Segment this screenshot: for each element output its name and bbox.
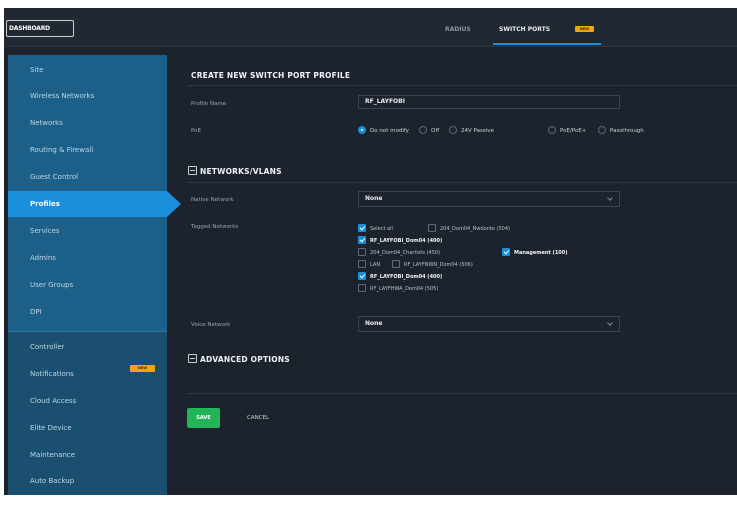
sidebar-item-user-groups[interactable]: User Groups xyxy=(8,272,167,298)
checkbox-network[interactable] xyxy=(358,248,366,256)
collapse-icon[interactable] xyxy=(188,166,197,175)
sidebar-item-wireless-networks[interactable]: Wireless Networks xyxy=(8,83,167,109)
checkbox-network[interactable] xyxy=(392,260,400,268)
profile-name-input[interactable]: RF_LAYFOBI xyxy=(358,95,620,109)
poe-radio-passthrough[interactable] xyxy=(598,126,606,134)
sidebar-item-admins[interactable]: Admins xyxy=(8,245,167,271)
sidebar-item-dpi[interactable]: DPI xyxy=(8,299,167,325)
checkbox-network[interactable] xyxy=(358,272,366,280)
sidebar: Site Wireless Networks Networks Routing … xyxy=(8,55,167,495)
tab-switch-ports[interactable]: SWITCH PORTS xyxy=(499,26,550,33)
checkbox-label: LAN xyxy=(370,262,381,268)
sidebar-item-auto-backup[interactable]: Auto Backup xyxy=(8,468,167,494)
top-bar: DASHBOARD RADIUS SWITCH PORTS NEW xyxy=(4,8,737,47)
active-item-arrow xyxy=(167,191,181,217)
poe-option-label: Passthrough xyxy=(610,128,644,134)
sidebar-item-profiles[interactable]: Profiles xyxy=(8,191,167,217)
checkbox-network[interactable] xyxy=(502,248,510,256)
save-button[interactable]: SAVE xyxy=(187,408,220,428)
checkbox-label: 204_Dom04_Chartists (450) xyxy=(370,250,441,256)
poe-option-label: PoE/PoE+ xyxy=(560,128,587,134)
chevron-down-icon xyxy=(607,320,613,326)
voice-network-select[interactable]: None xyxy=(358,316,620,332)
sidebar-item-site[interactable]: Site xyxy=(8,57,167,83)
app-window: DASHBOARD RADIUS SWITCH PORTS NEW Site W… xyxy=(4,8,737,495)
divider xyxy=(187,85,737,86)
poe-label: PoE xyxy=(191,128,201,134)
new-badge: NEW xyxy=(575,26,594,32)
checkbox-network[interactable] xyxy=(358,236,366,244)
profile-name-label: Profile Name xyxy=(191,101,227,107)
dashboard-button[interactable]: DASHBOARD xyxy=(6,20,74,37)
sidebar-item-services[interactable]: Services xyxy=(8,218,167,244)
checkbox-network[interactable] xyxy=(358,284,366,292)
sidebar-item-controller[interactable]: Controller xyxy=(8,334,167,360)
native-network-select[interactable]: None xyxy=(358,191,620,207)
cancel-button[interactable]: CANCEL xyxy=(247,415,269,421)
poe-radio-off[interactable] xyxy=(419,126,427,134)
checkbox-network[interactable] xyxy=(358,260,366,268)
voice-network-value: None xyxy=(365,320,383,327)
checkbox-label: RF_LAYFNWN_Dom04 (506) xyxy=(404,262,473,268)
divider xyxy=(187,393,737,394)
sidebar-item-cloud-access[interactable]: Cloud Access xyxy=(8,388,167,414)
sidebar-item-elite-device[interactable]: Elite Device xyxy=(8,415,167,441)
voice-network-label: Voice Network xyxy=(191,322,231,328)
checkbox-label: Management (100) xyxy=(514,250,568,256)
poe-option-label: 24V Passive xyxy=(461,128,494,134)
divider xyxy=(187,182,737,183)
active-tab-indicator xyxy=(493,43,601,45)
chevron-down-icon xyxy=(607,195,613,201)
poe-radio-do-not-modify[interactable] xyxy=(358,126,366,134)
checkbox-label: Select all xyxy=(370,226,393,232)
checkbox-label: 204_Dom04_Nwdonte (504) xyxy=(440,226,510,232)
notifications-new-badge: NEW xyxy=(130,365,155,372)
tab-radius[interactable]: RADIUS xyxy=(445,26,471,33)
advanced-section-title[interactable]: ADVANCED OPTIONS xyxy=(200,355,290,364)
poe-radio-24v-passive[interactable] xyxy=(449,126,457,134)
sidebar-item-maintenance[interactable]: Maintenance xyxy=(8,442,167,468)
sidebar-item-networks[interactable]: Networks xyxy=(8,110,167,136)
sidebar-item-routing-firewall[interactable]: Routing & Firewall xyxy=(8,137,167,163)
native-network-label: Native Network xyxy=(191,197,234,203)
native-network-value: None xyxy=(365,195,383,202)
poe-radio-poe-plus[interactable] xyxy=(548,126,556,134)
checkbox-label: RF_LAYFOBI_Dom04 (400) xyxy=(370,274,443,280)
poe-option-label: Off xyxy=(431,128,440,134)
form-title: CREATE NEW SWITCH PORT PROFILE xyxy=(191,71,351,80)
poe-option-label: Do not modify xyxy=(370,128,409,134)
checkbox-label: RF_LAYFHWA_Dom04 (505) xyxy=(370,286,439,292)
sidebar-item-guest-control[interactable]: Guest Control xyxy=(8,164,167,190)
checkbox-network[interactable] xyxy=(428,224,436,232)
checkbox-select-all[interactable] xyxy=(358,224,366,232)
expand-icon[interactable] xyxy=(188,354,197,363)
checkbox-label: RF_LAYFOBI_Dom04 (400) xyxy=(370,238,443,244)
networks-section-title[interactable]: NETWORKS/VLANS xyxy=(200,167,282,176)
tagged-networks-label: Tagged Networks xyxy=(191,224,239,230)
